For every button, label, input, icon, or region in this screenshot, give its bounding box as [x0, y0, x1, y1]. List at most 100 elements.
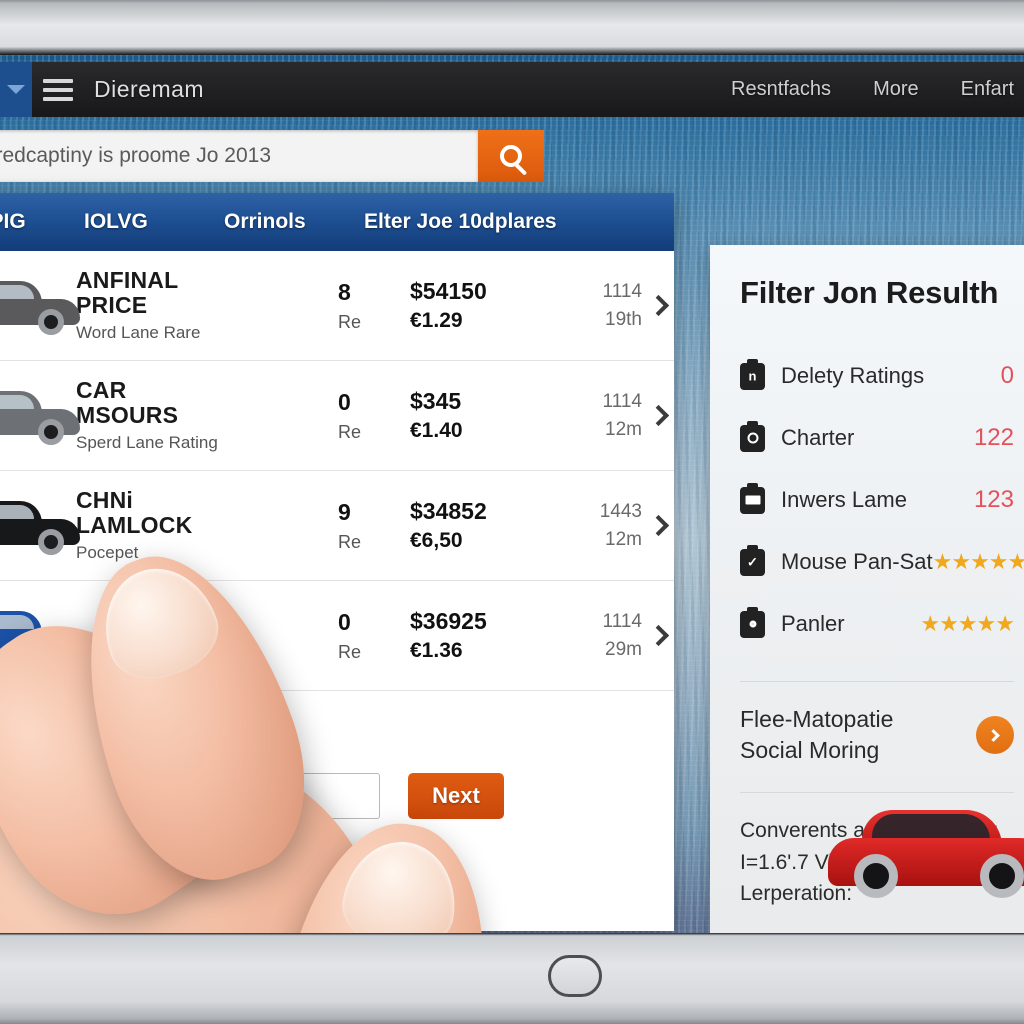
- filter-item-delety-ratings[interactable]: n Delety Ratings 0: [740, 345, 1014, 407]
- promo-next-button[interactable]: [976, 716, 1014, 755]
- row-price: $36925: [410, 608, 487, 634]
- rating-stars: ★★★★★: [932, 549, 1024, 574]
- nav-link-more[interactable]: More: [873, 78, 919, 101]
- filter-item-panler[interactable]: Panler ★★★★★: [740, 593, 1015, 655]
- row-meta-cell: 1114 29m: [550, 611, 642, 661]
- top-nav-links: Resntfachs More Enfart: [731, 78, 1024, 101]
- top-navigation-bar: Dieremam Resntfachs More Enfart: [0, 62, 1024, 117]
- chevron-right-icon: [647, 294, 669, 317]
- row-price-sub: €6,50: [410, 529, 463, 552]
- row-meta-cell: 1114 19th: [550, 281, 642, 331]
- row-meta: 1443: [599, 500, 642, 522]
- search-icon: [500, 145, 522, 167]
- row-subtitle: Word Lane Rare: [76, 322, 201, 342]
- row-count: 0: [338, 608, 351, 635]
- filter-item-inwers-lame[interactable]: Inwers Lame 123: [740, 469, 1014, 531]
- results-card: MPIG IOLVG Orrinols Elter Joe 10dplares …: [0, 193, 674, 931]
- filter-item-count: 122: [973, 424, 1014, 451]
- filter-item-label: Inwers Lame: [781, 487, 907, 512]
- filter-item-label: Panler: [781, 611, 845, 636]
- chevron-right-icon: [647, 624, 669, 647]
- form-help-text: es oun Dold Mating Day.: [0, 837, 207, 858]
- row-meta-sub: 19th: [605, 308, 642, 330]
- row-price-sub: €1.40: [410, 419, 463, 442]
- row-title-group: ANFINAL PRICE Word Lane Rare: [68, 268, 338, 343]
- row-title-group: Aale: [68, 623, 338, 648]
- next-button[interactable]: Next: [408, 773, 504, 819]
- car-icon: [0, 280, 80, 335]
- divider: [740, 792, 1014, 794]
- hamburger-icon[interactable]: [32, 78, 84, 101]
- dropdown-toggle[interactable]: [0, 62, 32, 117]
- car-icon: [0, 390, 80, 445]
- row-meta: 1114: [602, 610, 642, 632]
- table-row[interactable]: ANFINAL PRICE Word Lane Rare 8 Re $54150…: [0, 251, 674, 361]
- column-header-elter-joe: Elter Joe 10dplares: [364, 210, 557, 233]
- row-count: 0: [338, 388, 351, 415]
- row-title-line1: CAR: [76, 377, 127, 404]
- nav-link-resntfachs[interactable]: Resntfachs: [731, 78, 831, 101]
- row-meta: 1114: [602, 280, 642, 302]
- row-title-group: CAR MSOURS Sperd Lane Rating: [68, 378, 338, 453]
- hamburger-line: [43, 78, 73, 83]
- row-open-button[interactable]: [642, 624, 674, 647]
- row-open-button[interactable]: [642, 404, 674, 427]
- device-bezel-top: [0, 0, 1024, 55]
- row-meta-sub: 12m: [605, 528, 642, 550]
- hamburger-line: [43, 96, 73, 101]
- filter-item-mouse-pan-sat[interactable]: ✓ Mouse Pan-Sat ★★★★★: [740, 531, 1024, 593]
- promo-line-2: Social Moring: [740, 737, 880, 764]
- chevron-right-icon: [647, 514, 669, 537]
- promo-block[interactable]: Flee-Matopatie Social Moring: [740, 704, 1014, 766]
- row-count-cell: 8 Re: [338, 279, 410, 333]
- row-subtitle: Pocepet: [76, 542, 139, 562]
- table-row[interactable]: CAR MSOURS Sperd Lane Rating 0 Re $345 €…: [0, 361, 674, 471]
- car-icon: [0, 500, 80, 555]
- row-subtitle: Sperd Lane Rating: [76, 432, 218, 452]
- row-open-button[interactable]: [642, 294, 674, 317]
- badge-icon: n: [740, 358, 765, 390]
- search-bar: [0, 125, 544, 187]
- filter-item-charter[interactable]: Charter 122: [740, 407, 1014, 469]
- row-title-line1: CHNi: [76, 487, 134, 514]
- row-count-sub: Re: [338, 421, 362, 442]
- tablet-device: Dieremam Resntfachs More Enfart MPIG IOL…: [0, 0, 1024, 1024]
- model-form: tdpliting formodel Next es oun Dold Mati…: [0, 691, 674, 859]
- chevron-right-circle-icon: [987, 728, 1000, 742]
- row-meta-cell: 1114 12m: [550, 391, 642, 441]
- row-price: $345: [410, 388, 462, 414]
- home-button[interactable]: [548, 955, 602, 997]
- column-header-iolvg: IOLVG: [84, 210, 148, 233]
- table-row[interactable]: Aale 0 Re $36925 €1.36 1114 29m: [0, 581, 674, 691]
- row-title-group: CHNi LAMLOCK Pocepet: [68, 488, 338, 563]
- row-count-cell: 0 Re: [338, 609, 410, 663]
- screen: Dieremam Resntfachs More Enfart MPIG IOL…: [0, 55, 1024, 933]
- row-meta: 1114: [602, 390, 642, 412]
- row-count-cell: 0 Re: [338, 389, 410, 443]
- row-count: 8: [338, 278, 351, 305]
- row-count-cell: 9 Re: [338, 499, 410, 553]
- row-meta-cell: 1443 12m: [550, 501, 642, 551]
- card-icon: [740, 482, 765, 514]
- model-input[interactable]: [0, 773, 380, 819]
- app-brand-title: Dieremam: [94, 76, 205, 102]
- table-row[interactable]: CHNi LAMLOCK Pocepet 9 Re $34852 €6,50 1…: [0, 471, 674, 581]
- filter-panel: Filter Jon Resulth n Delety Ratings 0 Ch…: [710, 245, 1024, 933]
- checkmark-icon: ✓: [740, 544, 765, 576]
- row-title-line1: ANFINAL: [76, 267, 179, 294]
- row-price-cell: $345 €1.40: [410, 388, 550, 443]
- row-open-button[interactable]: [642, 514, 674, 537]
- row-meta-sub: 12m: [605, 418, 642, 440]
- row-price: $34852: [410, 498, 487, 524]
- promo-line-1: Flee-Matopatie: [740, 706, 894, 732]
- row-subtitle: Aale: [76, 628, 111, 647]
- chevron-down-icon: [7, 85, 25, 94]
- filter-item-label: Mouse Pan-Sat: [781, 549, 933, 574]
- filter-panel-title: Filter Jon Resulth: [740, 275, 999, 310]
- filter-item-count: 0: [1000, 362, 1014, 389]
- search-button[interactable]: [478, 130, 544, 182]
- nav-link-enfart[interactable]: Enfart: [961, 78, 1014, 101]
- row-price-cell: $54150 €1.29: [410, 278, 550, 333]
- row-count: 9: [338, 498, 351, 525]
- search-input[interactable]: [0, 130, 478, 182]
